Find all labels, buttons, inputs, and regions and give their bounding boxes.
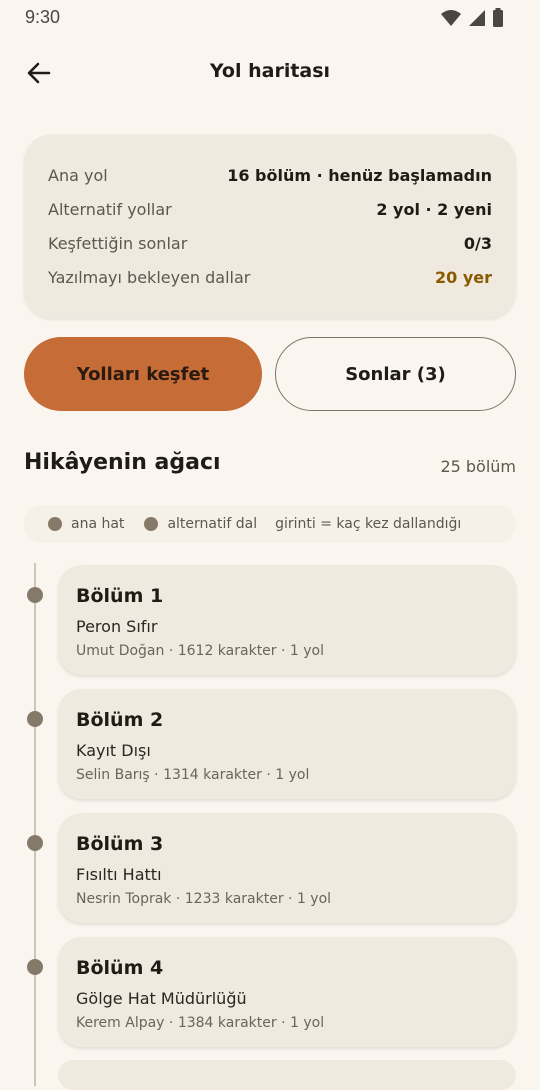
main-line-dot-icon [48,517,62,531]
legend-alt: alternatif dal [144,516,257,532]
stat-label: Yazılmayı bekleyen dallar [48,267,251,287]
node-dot-icon [27,959,43,975]
stat-value: 2 yol · 2 yeni [376,199,492,219]
chapter-title: Peron Sıfır [76,617,158,636]
page-title: Yol haritası [209,60,331,82]
explore-paths-button[interactable]: Yolları keşfet [24,337,262,411]
chapter-count: 25 bölüm [440,457,516,476]
chapter-card[interactable]: Bölüm 1 Peron Sıfır Umut Doğan · 1612 ka… [58,565,516,675]
chapter-number: Bölüm 3 [76,833,164,855]
app-bar: Yol haritası [0,44,540,100]
stat-label: Alternatif yollar [48,199,172,219]
endings-button[interactable]: Sonlar (3) [275,337,516,411]
tree-line [34,563,36,1086]
chapter-card[interactable]: Bölüm 3 Fısıltı Hattı Nesrin Toprak · 12… [58,813,516,923]
legend-main-label: ana hat [71,516,125,532]
status-time: 9:30 [25,7,61,27]
summary-card: Ana yol 16 bölüm · henüz başlamadın Alte… [24,134,516,318]
stat-row-main-path: Ana yol 16 bölüm · henüz başlamadın [48,161,492,189]
legend-note: girinti = kaç kez dallandığı [275,516,462,532]
chapter-card[interactable]: Bölüm 2 Kayıt Dışı Selin Barış · 1314 ka… [58,689,516,799]
chapter-meta: Nesrin Toprak · 1233 karakter · 1 yol [76,891,332,907]
node-dot-icon [27,587,43,603]
legend-main: ana hat [48,516,124,532]
legend: ana hat alternatif dal girinti = kaç kez… [24,505,516,543]
node-dot-icon [27,711,43,727]
chapter-title: Kayıt Dışı [76,741,151,760]
chapter-meta: Umut Doğan · 1612 karakter · 1 yol [76,643,325,659]
stat-value: 16 bölüm · henüz başlamadın [227,165,492,185]
chapter-title: Gölge Hat Müdürlüğü [76,989,247,1008]
battery-icon [493,8,503,27]
wifi-icon [441,10,461,26]
stat-row-pending-branches: Yazılmayı bekleyen dallar 20 yer [48,263,492,291]
status-icons [440,8,504,28]
section-title: Hikâyenin ağacı [24,450,221,475]
signal-icon [469,10,485,26]
stat-value: 0/3 [463,233,492,253]
status-bar: 9:30 [0,0,540,34]
stat-row-alt-paths: Alternatif yollar 2 yol · 2 yeni [48,195,492,223]
node-dot-icon [27,835,43,851]
legend-alt-label: alternatif dal [167,516,258,532]
chapter-title: Fısıltı Hattı [76,865,162,884]
stat-label: Ana yol [48,165,108,185]
chapter-number: Bölüm 4 [76,957,164,979]
chapter-number: Bölüm 1 [76,585,164,607]
stat-label: Keşfettiğin sonlar [48,233,188,253]
stat-value-highlight: 20 yer [434,267,492,287]
chapter-card[interactable]: Bölüm 4 Gölge Hat Müdürlüğü Kerem Alpay … [58,937,516,1047]
chapter-meta: Selin Barış · 1314 karakter · 1 yol [76,767,310,783]
stat-row-endings: Keşfettiğin sonlar 0/3 [48,229,492,257]
alt-branch-dot-icon [144,517,159,531]
chapter-number: Bölüm 2 [76,709,164,731]
chapter-meta: Kerem Alpay · 1384 karakter · 1 yol [76,1015,325,1031]
